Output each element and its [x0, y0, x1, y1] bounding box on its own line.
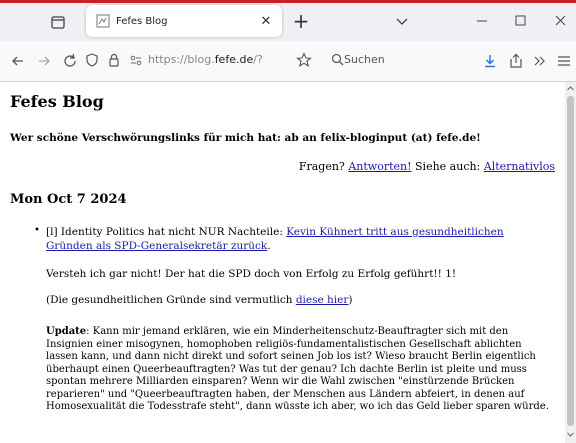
post-headline: [l] Identity Politics hat nicht NUR Nach…: [46, 225, 546, 253]
header-links: Fragen? Antworten! Siehe auch: Alternati…: [299, 160, 555, 173]
links-mid: Siehe auch:: [415, 160, 481, 173]
date-heading: Mon Oct 7 2024: [10, 192, 127, 207]
post-paragraph: Versteh ich gar nicht! Der hat die SPD d…: [46, 268, 457, 280]
minimize-icon[interactable]: [470, 11, 494, 31]
lock-icon[interactable]: [104, 50, 124, 70]
update-paragraph: Update: Kann mir jemand erklären, wie ei…: [46, 326, 550, 414]
permalink[interactable]: [l]: [46, 226, 58, 238]
answers-link[interactable]: Antworten!: [348, 160, 411, 173]
tab-list-icon[interactable]: [48, 12, 68, 32]
chevron-down-icon[interactable]: [394, 13, 410, 29]
overflow-menu-icon[interactable]: [530, 51, 550, 71]
tab-fefes-blog[interactable]: Fefes Blog ✕: [86, 5, 282, 37]
links-prefix: Fragen?: [298, 160, 345, 173]
scroll-thumb[interactable]: [567, 96, 574, 426]
forward-icon[interactable]: [34, 51, 54, 71]
post-intro: Identity Politics hat nicht NUR Nachteil…: [60, 226, 283, 238]
tab-bar: Fefes Blog ✕ +: [0, 3, 576, 41]
headline-end: .: [267, 240, 271, 252]
scroll-up-icon[interactable]: [566, 84, 575, 93]
search-input[interactable]: Suchen: [326, 46, 496, 74]
list-bullet: •: [34, 225, 40, 236]
alternativlos-link[interactable]: Alternativlos: [484, 160, 555, 173]
update-text: : Kann mir jemand erklären, wie ein Mind…: [46, 326, 549, 412]
page-title: Fefes Blog: [10, 92, 104, 111]
back-icon[interactable]: [8, 51, 28, 71]
update-label: Update: [46, 326, 87, 337]
tab-title: Fefes Blog: [116, 15, 168, 27]
download-icon[interactable]: [480, 51, 500, 71]
favicon-icon: [96, 14, 110, 28]
new-tab-icon[interactable]: +: [290, 11, 312, 31]
post-paragraph-2: (Die gesundheitlichen Gründe sind vermut…: [46, 294, 353, 306]
scroll-down-icon[interactable]: [566, 430, 575, 439]
shield-icon[interactable]: [82, 50, 102, 70]
bookmark-star-icon[interactable]: [294, 50, 314, 70]
maximize-icon[interactable]: [508, 11, 532, 31]
hamburger-menu-icon[interactable]: [554, 51, 574, 71]
url-bar[interactable]: https://blog.fefe.de/?: [76, 46, 316, 75]
window-close-icon[interactable]: [548, 11, 572, 31]
tab-close-icon[interactable]: ✕: [256, 14, 276, 29]
permissions-icon[interactable]: [126, 50, 146, 70]
page-content: Fefes Blog Wer schöne Verschwörungslinks…: [0, 82, 563, 443]
search-placeholder: Suchen: [344, 53, 385, 66]
diese-hier-link[interactable]: diese hier: [296, 294, 349, 306]
navigation-toolbar: https://blog.fefe.de/? Suchen: [0, 41, 576, 82]
url-text: https://blog.fefe.de/?: [148, 53, 263, 66]
tagline: Wer schöne Verschwörungslinks für mich h…: [10, 132, 481, 144]
share-icon[interactable]: [506, 51, 526, 71]
vertical-scrollbar[interactable]: [565, 82, 576, 443]
